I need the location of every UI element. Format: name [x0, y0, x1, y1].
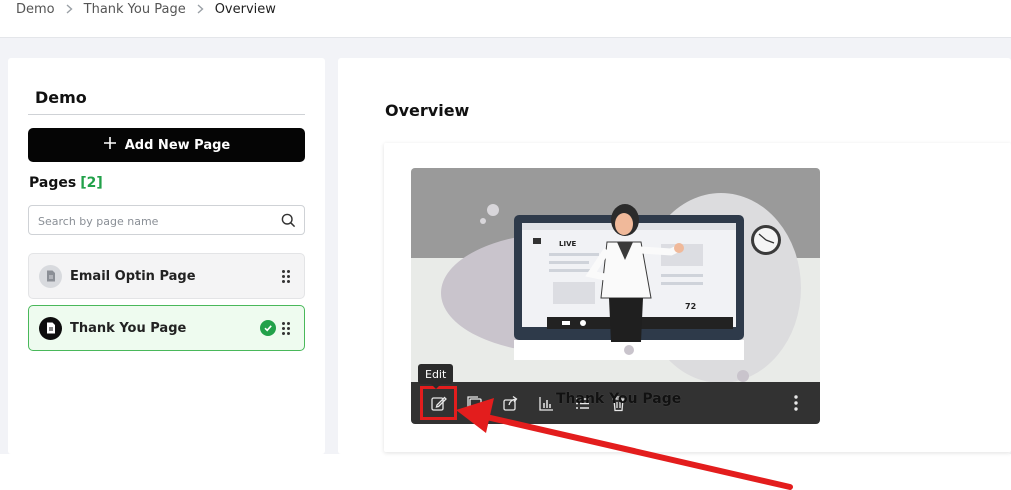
- delete-button[interactable]: [600, 382, 636, 424]
- pages-count: [2]: [80, 175, 103, 191]
- more-vertical-icon: [794, 395, 798, 411]
- sidebar: Demo Add New Page Pages[2] Email Optin P…: [8, 58, 325, 454]
- breadcrumb: Demo Thank You Page Overview: [16, 0, 276, 18]
- page-file-icon: [39, 264, 62, 288]
- more-options-button[interactable]: [786, 393, 806, 413]
- page-title: Overview: [385, 101, 470, 120]
- search-icon[interactable]: [281, 213, 296, 232]
- drag-handle-icon[interactable]: [282, 321, 290, 335]
- plus-icon: [103, 136, 117, 154]
- sidebar-title: Demo: [35, 88, 87, 107]
- pages-heading-label: Pages: [29, 175, 77, 191]
- edit-tooltip: Edit: [418, 364, 454, 389]
- list-button[interactable]: [564, 382, 600, 424]
- page-search: [28, 205, 305, 235]
- search-input[interactable]: [38, 212, 268, 230]
- page-file-icon: [39, 316, 62, 340]
- page-item-email-optin[interactable]: Email Optin Page: [28, 253, 305, 299]
- chevron-right-icon: [197, 4, 204, 14]
- pages-heading: Pages [2]: [29, 175, 103, 191]
- breadcrumb-item-demo[interactable]: Demo: [16, 2, 55, 17]
- add-new-page-button[interactable]: Add New Page: [28, 128, 305, 162]
- share-icon: [502, 395, 517, 411]
- edit-icon: [430, 396, 447, 411]
- page-action-toolbar: Thank You Page: [411, 382, 820, 424]
- drag-handle-icon[interactable]: [282, 269, 290, 283]
- workspace: Demo Add New Page Pages[2] Email Optin P…: [0, 38, 1011, 454]
- live-label: LIVE: [559, 240, 576, 248]
- analytics-icon: [538, 396, 553, 411]
- chevron-right-icon: [66, 4, 73, 14]
- duplicate-button[interactable]: [456, 382, 492, 424]
- page-preview-card: LIVE 72 Thank You Page: [384, 143, 1011, 452]
- page-item-label: Thank You Page: [70, 320, 187, 336]
- top-bar: Demo Thank You Page Overview: [0, 0, 1011, 38]
- share-button[interactable]: [492, 382, 528, 424]
- list-icon: [575, 397, 589, 409]
- breadcrumb-item-overview: Overview: [214, 1, 276, 17]
- page-item-thank-you[interactable]: Thank You Page: [28, 305, 305, 351]
- overview-panel: Overview LIVE 72 Thank You Page: [338, 58, 1011, 454]
- analytics-button[interactable]: [528, 382, 564, 424]
- viewer-count: 72: [685, 302, 696, 311]
- page-item-label: Email Optin Page: [70, 268, 196, 284]
- duplicate-icon: [466, 395, 482, 411]
- trash-icon: [612, 395, 624, 411]
- check-circle-icon: [260, 320, 276, 336]
- breadcrumb-item-thank-you-page[interactable]: Thank You Page: [84, 2, 186, 17]
- add-new-page-label: Add New Page: [124, 137, 231, 153]
- page-thumbnail[interactable]: LIVE 72 Thank You Page: [411, 168, 820, 424]
- divider: [28, 114, 305, 115]
